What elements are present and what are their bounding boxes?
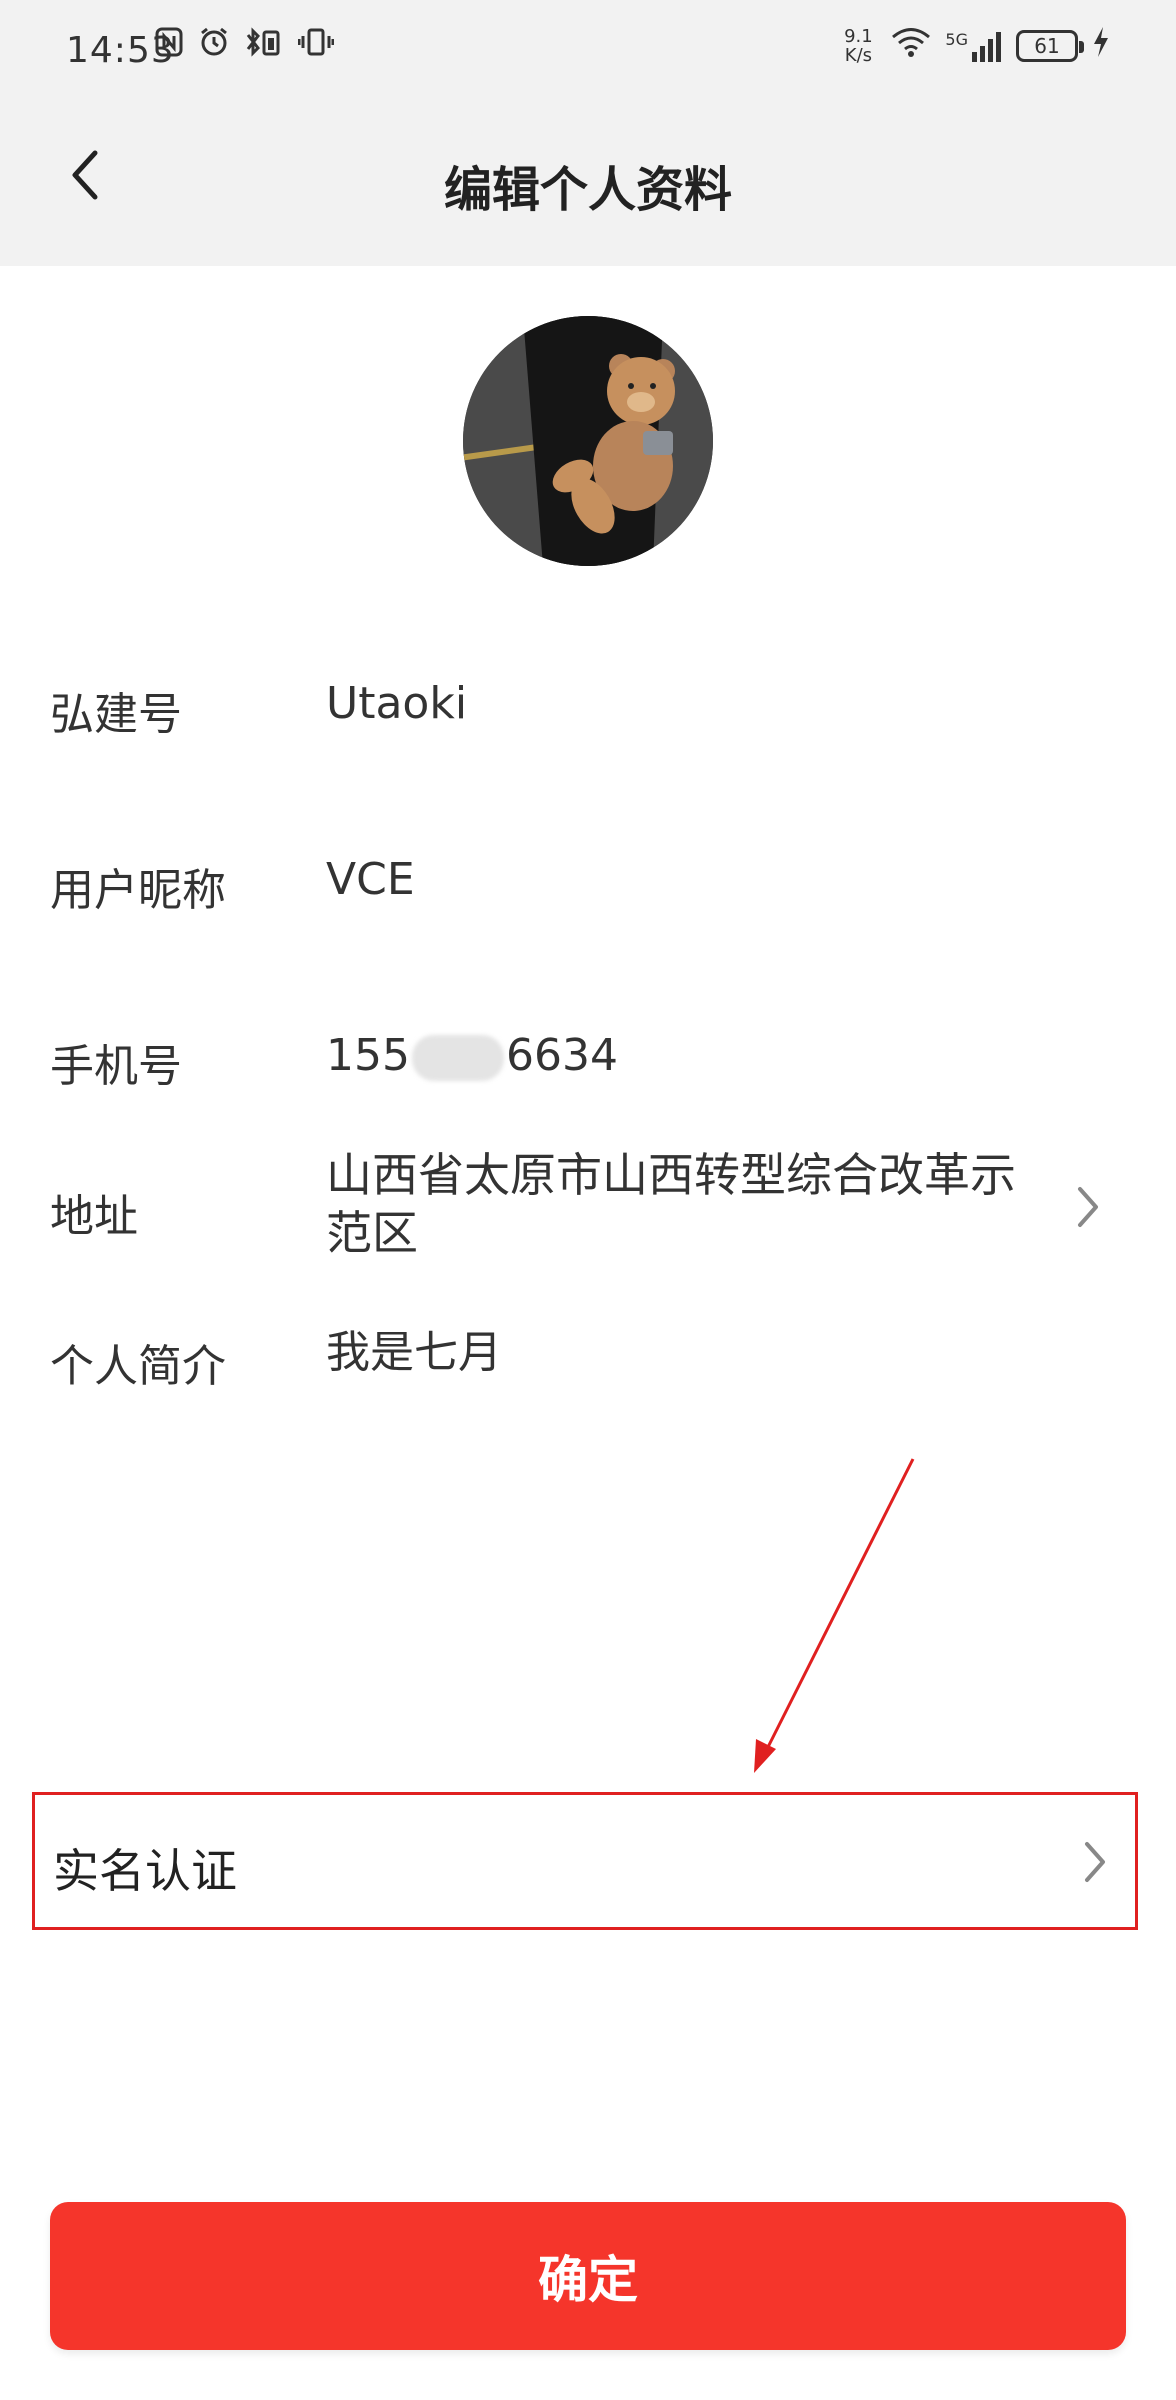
field-row-bio[interactable]: 个人简介 我是七月 [0, 1300, 1176, 1410]
field-value-phone: 155 6634 [326, 1030, 618, 1081]
field-value-address[interactable]: 山西省太原市山西转型综合改革示范区 [326, 1146, 1056, 1262]
app-header: 14:53 9.1 K/s 5G 61 编辑个人资料 [0, 0, 1176, 266]
alarm-icon [198, 26, 230, 66]
chevron-right-icon [1075, 1837, 1115, 1887]
charging-icon [1092, 26, 1110, 66]
avatar[interactable] [463, 316, 713, 566]
field-label-phone: 手机号 [50, 1041, 182, 1092]
field-label-address: 地址 [50, 1191, 138, 1242]
battery-icon: 61 [1016, 30, 1084, 62]
bio-input[interactable]: 我是七月 [326, 1316, 502, 1380]
network-type: 5G [945, 30, 968, 49]
phone-prefix: 155 [326, 1030, 410, 1081]
avatar-photo [463, 316, 713, 566]
phone-suffix: 6634 [505, 1030, 618, 1081]
nfc-icon [154, 26, 184, 66]
net-speed: 9.1 K/s [844, 26, 873, 66]
annotation-arrow [754, 1458, 915, 1773]
field-label-nickname: 用户昵称 [50, 865, 226, 916]
field-value-hongjian-id: Utaoki [326, 678, 468, 729]
chevron-right-icon [1068, 1182, 1108, 1232]
status-icons-left [154, 26, 335, 66]
nav-bar: 编辑个人资料 [0, 100, 1176, 266]
confirm-button[interactable]: 确定 [50, 2202, 1126, 2350]
vibrate-icon [297, 26, 335, 66]
field-label-bio: 个人简介 [50, 1341, 226, 1392]
real-name-verification-label: 实名认证 [53, 1844, 237, 1898]
signal-icon: 5G [945, 30, 1002, 62]
page-title: 编辑个人资料 [443, 162, 732, 218]
real-name-verification-row[interactable]: 实名认证 [32, 1792, 1138, 1930]
field-row-nickname[interactable]: 用户昵称 VCE [0, 826, 1176, 936]
field-row-hongjian-id: 弘建号 Utaoki [0, 650, 1176, 760]
status-bar: 14:53 9.1 K/s 5G 61 [0, 0, 1176, 100]
wifi-icon [891, 26, 931, 66]
field-label-hongjian-id: 弘建号 [50, 689, 182, 740]
nickname-input[interactable]: VCE [326, 854, 415, 905]
field-row-phone: 手机号 155 6634 [0, 1002, 1176, 1112]
status-icons-right: 9.1 K/s 5G 61 [839, 26, 1110, 66]
phone-redaction [411, 1035, 504, 1081]
bluetooth-battery-icon [244, 26, 284, 66]
